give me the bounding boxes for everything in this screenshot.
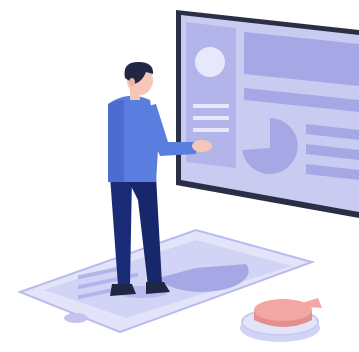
board-avatar-circle: [195, 47, 225, 77]
board-text-line: [193, 104, 229, 108]
phone-home-button: [64, 313, 88, 323]
person-hand: [192, 140, 212, 152]
illustration-scene: [17, 10, 359, 342]
person-left-shoe: [110, 284, 136, 296]
person-torso-shade: [108, 100, 124, 182]
pie-chart-icon: [240, 298, 322, 342]
board-text-line: [193, 128, 229, 132]
presentation-board: [176, 10, 359, 218]
board-text-line: [193, 116, 229, 120]
pie-top: [254, 299, 312, 321]
person-ear: [129, 78, 135, 86]
